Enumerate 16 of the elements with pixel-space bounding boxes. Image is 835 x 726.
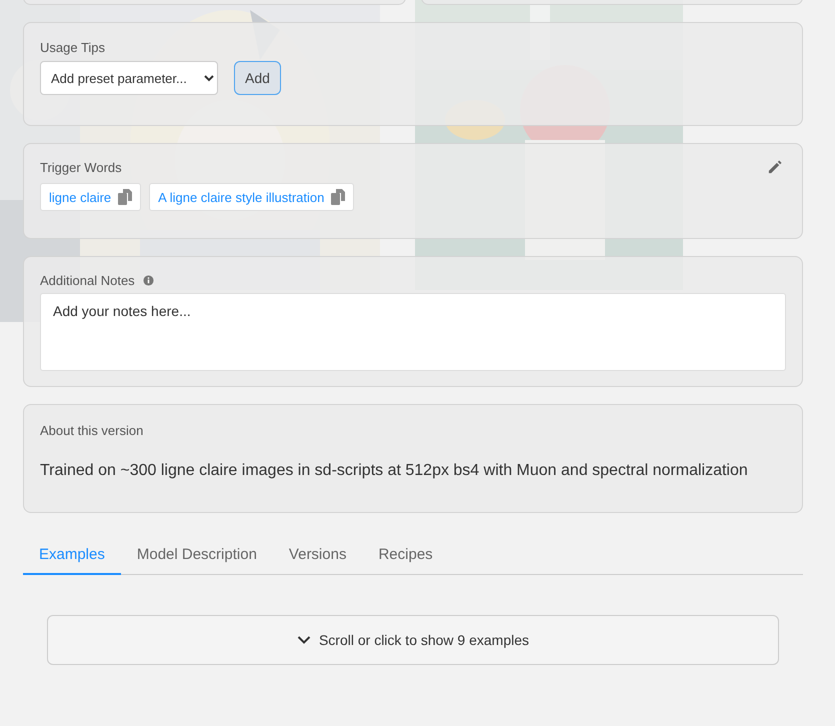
notes-field[interactable]: Add your notes here... — [40, 293, 786, 371]
chevron-down-icon — [296, 635, 311, 645]
section-label: About this version — [40, 423, 144, 438]
tab[interactable]: Examples — [23, 539, 121, 575]
tab[interactable]: Recipes — [362, 539, 449, 575]
copy-icon — [117, 189, 134, 205]
tab[interactable]: Model Description — [120, 539, 273, 575]
pencil-icon[interactable] — [767, 160, 782, 175]
add-button[interactable]: Add — [234, 61, 281, 95]
info-icon[interactable] — [142, 275, 154, 286]
version-description: Trained on ~300 ligne claire images in sd-scripts at 512px bs4 with Muon and spectral normalization — [40, 462, 749, 480]
copy-icon — [330, 189, 346, 205]
preset-select[interactable]: Add preset parameter... — [40, 61, 218, 95]
trigger-word-chip[interactable]: A ligne claire style illustration — [149, 183, 354, 211]
show-examples-button[interactable]: Scroll or click to show 9 examples — [47, 615, 779, 665]
tab[interactable]: Versions — [272, 539, 362, 575]
